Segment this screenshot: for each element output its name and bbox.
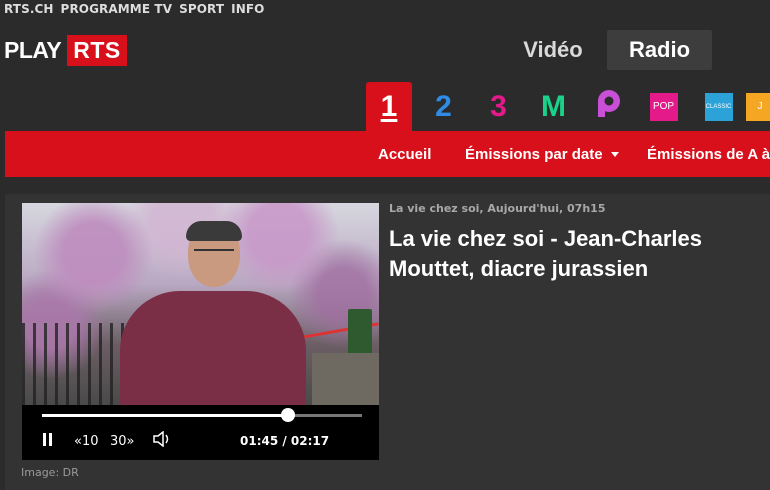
speaker-icon <box>152 430 172 451</box>
progress-track[interactable] <box>42 414 362 417</box>
logo-play-text: PLAY <box>4 37 62 63</box>
nav-emissions-par-date-label: Émissions par date <box>465 145 603 163</box>
channel-la-1ere[interactable]: 1 <box>366 82 412 131</box>
pause-icon <box>43 432 55 450</box>
logo-rts-text: RTS <box>67 35 127 66</box>
rewind-10-button[interactable]: «10 <box>74 433 99 449</box>
channel-classic[interactable]: CLASSIC <box>691 82 746 131</box>
chevron-down-icon <box>610 151 619 157</box>
nav-emissions-par-date[interactable]: Émissions par date <box>465 131 619 177</box>
top-nav-info[interactable]: INFO <box>231 2 264 18</box>
couleur-3-icon: 3 <box>490 89 507 123</box>
option-musique-icon: M <box>541 89 566 123</box>
pop-icon: POP <box>649 92 678 121</box>
channel-podcast[interactable] <box>581 82 636 131</box>
media-player[interactable]: «10 30» 01:45 / 02:17 <box>22 203 379 460</box>
top-nav-rts[interactable]: RTS.CH <box>4 2 54 18</box>
play-rts-logo[interactable]: PLAY RTS <box>4 31 127 70</box>
espace-2-icon: 2 <box>435 89 452 123</box>
nav-emissions-a-z-label: Émissions de A à Z <box>647 145 770 163</box>
tab-radio[interactable]: Radio <box>607 30 712 70</box>
episode-image[interactable] <box>22 203 379 405</box>
section-nav: Accueil Émissions par date Émissions de … <box>5 131 770 177</box>
top-nav: RTS.CH PROGRAMME TV SPORT INFO <box>4 2 264 18</box>
episode-meta: La vie chez soi, Aujourd'hui, 07h15 <box>389 202 606 215</box>
time-display: 01:45 / 02:17 <box>240 434 330 448</box>
classic-icon: CLASSIC <box>704 92 733 121</box>
podcast-icon <box>596 89 622 125</box>
image-credit: Image: DR <box>21 466 79 479</box>
progress-fill <box>42 414 288 417</box>
nav-accueil-label: Accueil <box>378 145 432 163</box>
nav-emissions-a-z[interactable]: Émissions de A à Z <box>647 131 770 177</box>
progress-handle[interactable] <box>280 408 295 422</box>
player-controls: «10 30» 01:45 / 02:17 <box>22 405 379 460</box>
person-body <box>120 291 306 405</box>
episode-title: La vie chez soi - Jean-Charles Mouttet, … <box>389 226 703 281</box>
volume-button[interactable] <box>152 430 172 451</box>
channel-option-musique[interactable]: M <box>526 82 581 131</box>
channel-pop[interactable]: POP <box>636 82 691 131</box>
wall-graphic <box>312 353 379 405</box>
person-glasses <box>194 249 234 261</box>
pause-button[interactable] <box>43 432 55 450</box>
bin-graphic <box>348 309 372 355</box>
jazz-icon: J <box>746 92 770 121</box>
person-graphic <box>120 221 306 405</box>
channel-bar: 1 2 3 M POP CLASSIC J <box>366 82 770 131</box>
channel-couleur-3[interactable]: 3 <box>471 82 526 131</box>
channel-espace-2[interactable]: 2 <box>416 82 471 131</box>
channel-jazz[interactable]: J <box>746 82 770 131</box>
tab-video[interactable]: Vidéo <box>507 30 599 70</box>
person-hair <box>186 221 242 241</box>
la-1ere-icon: 1 <box>380 89 398 123</box>
nav-accueil[interactable]: Accueil <box>378 131 431 177</box>
forward-30-button[interactable]: 30» <box>110 433 135 449</box>
top-nav-programme-tv[interactable]: PROGRAMME TV <box>61 2 173 18</box>
top-nav-sport[interactable]: SPORT <box>179 2 224 18</box>
